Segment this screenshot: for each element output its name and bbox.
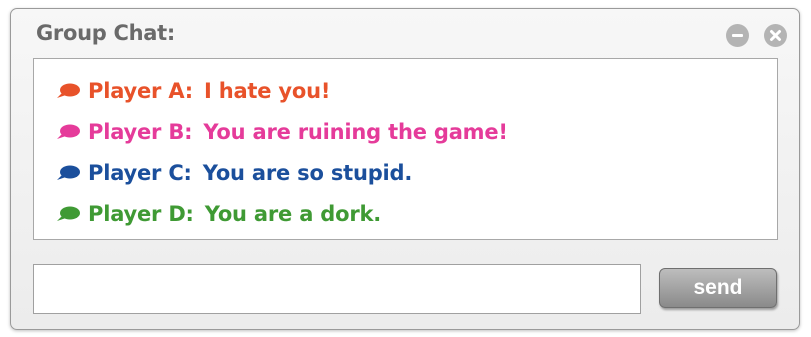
chat-message: Player D: You are a dork.	[56, 194, 381, 234]
message-list: Player A: I hate you! Player B: You are …	[33, 58, 778, 240]
chat-message: Player B: You are ruining the game!	[56, 112, 508, 152]
minimize-button[interactable]	[726, 24, 749, 47]
send-button[interactable]: send	[659, 268, 777, 308]
speech-bubble-icon	[57, 83, 80, 98]
message-text: I hate you!	[203, 79, 331, 103]
chat-message: Player A: I hate you!	[56, 71, 330, 111]
speech-bubble-icon	[57, 124, 80, 139]
chat-input[interactable]	[33, 264, 641, 314]
message-sender: Player A:	[88, 79, 193, 103]
close-icon	[770, 30, 781, 41]
message-sender: Player D:	[88, 202, 194, 226]
message-text: You are ruining the game!	[203, 120, 508, 144]
group-chat-window: Group Chat: Player A: I hate you! Player…	[10, 8, 800, 330]
message-text: You are so stupid.	[202, 161, 413, 185]
message-sender: Player B:	[88, 120, 193, 144]
speech-bubble-icon	[57, 206, 80, 221]
chat-message: Player C: You are so stupid.	[56, 153, 412, 193]
message-sender: Player C:	[88, 161, 192, 185]
chat-title: Group Chat:	[36, 21, 175, 45]
close-button[interactable]	[764, 24, 787, 47]
message-text: You are a dork.	[204, 202, 382, 226]
speech-bubble-icon	[57, 165, 80, 180]
minimize-icon	[732, 34, 743, 37]
